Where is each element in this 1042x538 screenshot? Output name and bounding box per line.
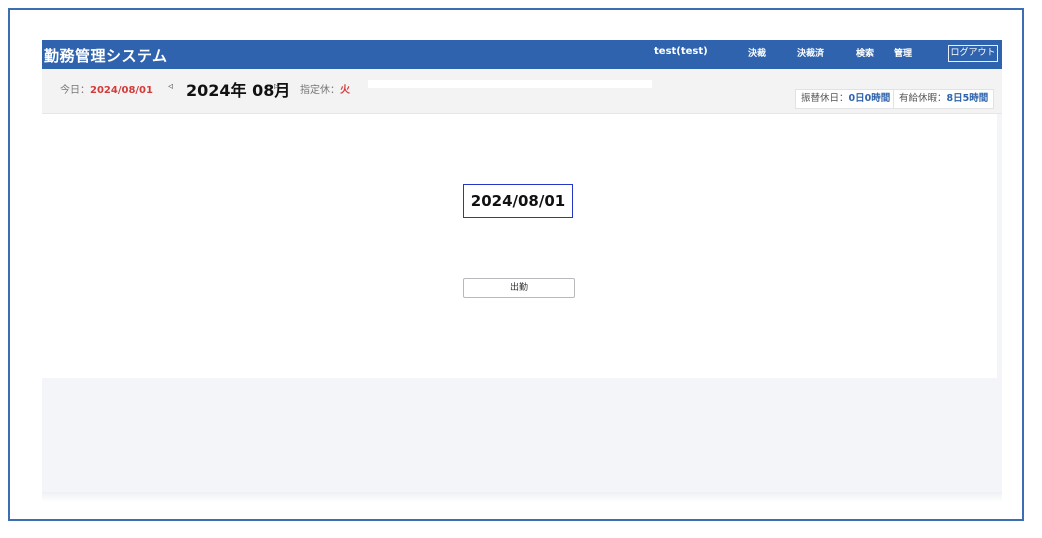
user-name: test(test) (654, 46, 708, 57)
substitute-leave-value: 0日0時間 (848, 93, 891, 104)
nav-approved[interactable]: 決裁済 (797, 46, 824, 59)
nav-admin[interactable]: 管理 (894, 46, 912, 59)
info-bar (368, 80, 652, 88)
holiday-value: 火 (340, 85, 350, 96)
substitute-leave-badge: 振替休日：0日0時間 (795, 89, 897, 109)
app-title: 勤務管理システム (44, 47, 168, 65)
next-month-icon[interactable]: ▹ (274, 81, 279, 92)
paid-leave-label: 有給休暇： (899, 93, 947, 104)
holiday-label: 指定休： (300, 85, 340, 96)
today-value: 2024/08/01 (90, 85, 153, 96)
date-toolbar: 今日：2024/08/01 ◃ 2024年 08月 ▹ 指定休：火 振替休日：0… (42, 69, 1002, 114)
nav-search[interactable]: 検索 (856, 46, 874, 59)
app-container: 勤務管理システム test(test) 決裁 決裁済 検索 管理 ログアウト 今… (42, 40, 1002, 502)
clock-in-button[interactable]: 出勤 (463, 278, 575, 298)
header-bar: 勤務管理システム test(test) 決裁 決裁済 検索 管理 ログアウト (42, 40, 1002, 69)
paid-leave-value: 8日5時間 (946, 93, 989, 104)
main-content: 2024/08/01 出勤 (42, 114, 997, 378)
today-info: 今日：2024/08/01 (60, 81, 153, 96)
designated-holiday: 指定休：火 (300, 81, 350, 96)
selected-date: 2024/08/01 (463, 184, 573, 218)
bottom-shadow (42, 492, 1002, 502)
paid-leave-badge: 有給休暇：8日5時間 (893, 89, 995, 109)
nav-approval[interactable]: 決裁 (748, 46, 766, 59)
logout-button[interactable]: ログアウト (948, 45, 998, 62)
today-label: 今日： (60, 85, 90, 96)
prev-month-icon[interactable]: ◃ (168, 81, 173, 92)
substitute-leave-label: 振替休日： (801, 93, 849, 104)
